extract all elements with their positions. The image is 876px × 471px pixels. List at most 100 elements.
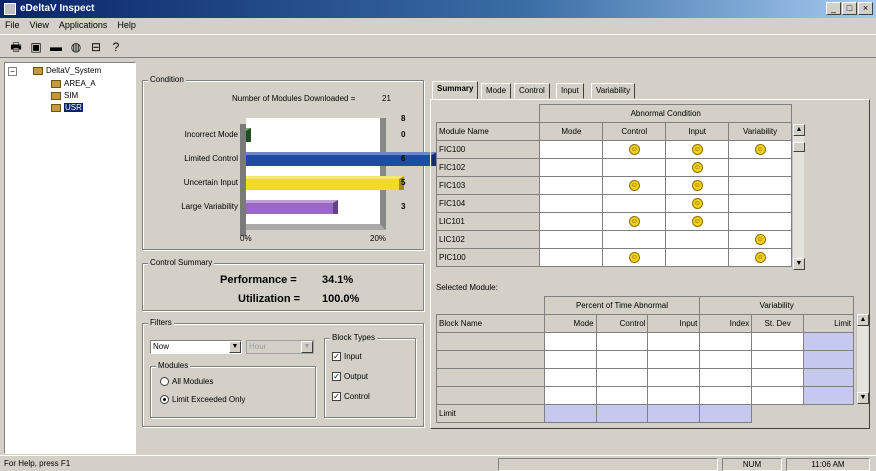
scroll-thumb[interactable] bbox=[793, 142, 805, 152]
block-cell[interactable] bbox=[803, 332, 854, 351]
limit-cell[interactable] bbox=[647, 404, 701, 423]
table-row[interactable]: FIC100 ☺ ☺ ☺ bbox=[435, 140, 792, 159]
block-cell[interactable] bbox=[647, 332, 701, 351]
table-row[interactable] bbox=[436, 368, 854, 387]
variability-cell[interactable] bbox=[728, 158, 792, 177]
table-row[interactable]: FIC102 ☺ bbox=[435, 158, 792, 177]
variability-cell[interactable] bbox=[728, 176, 792, 195]
tree-node-area-a[interactable]: AREA_A bbox=[51, 79, 96, 88]
lock-icon[interactable]: ⊟ bbox=[88, 39, 104, 55]
variability-cell[interactable]: ☺ bbox=[728, 140, 792, 159]
input-cell[interactable]: ☺ bbox=[665, 212, 730, 231]
scroll-down-icon[interactable]: ▼ bbox=[857, 392, 869, 404]
block-cell[interactable] bbox=[595, 350, 649, 369]
block-cell[interactable] bbox=[751, 350, 805, 369]
tab-mode[interactable]: Mode bbox=[481, 83, 512, 99]
tab-input[interactable]: Input bbox=[556, 83, 584, 99]
all-modules-radio[interactable]: All Modules bbox=[160, 377, 213, 387]
table-row[interactable]: PIC100 ☺ ☺ bbox=[435, 248, 792, 267]
mode-cell[interactable] bbox=[539, 194, 604, 213]
input-cell[interactable] bbox=[665, 248, 730, 267]
module-name-cell[interactable]: LIC102 bbox=[435, 230, 541, 249]
block-cell[interactable] bbox=[803, 350, 854, 369]
scroll-up-icon[interactable]: ▲ bbox=[857, 314, 869, 326]
variability-cell[interactable]: ☺ bbox=[728, 230, 792, 249]
palette-icon[interactable]: ◍ bbox=[68, 39, 84, 55]
table-row[interactable] bbox=[436, 332, 854, 351]
module-name-cell[interactable]: FIC102 bbox=[435, 158, 541, 177]
block-cell[interactable] bbox=[751, 386, 805, 405]
block-cell[interactable] bbox=[699, 368, 753, 387]
control-cell[interactable] bbox=[602, 194, 667, 213]
block-cell[interactable] bbox=[699, 332, 753, 351]
block-cell[interactable] bbox=[647, 368, 701, 387]
control-cell[interactable]: ☺ bbox=[602, 140, 667, 159]
block-cell[interactable] bbox=[595, 332, 649, 351]
menu-view[interactable]: View bbox=[25, 18, 54, 32]
mode-cell[interactable] bbox=[539, 158, 604, 177]
block-cell[interactable] bbox=[803, 368, 854, 387]
block-cell[interactable] bbox=[595, 386, 649, 405]
block-cell[interactable] bbox=[647, 386, 701, 405]
block-cell[interactable] bbox=[436, 386, 545, 405]
mode-cell[interactable] bbox=[539, 176, 604, 195]
table-row[interactable] bbox=[436, 350, 854, 369]
dropdown-arrow-icon[interactable]: ▼ bbox=[301, 341, 313, 353]
block-cell[interactable] bbox=[543, 332, 597, 351]
tree-view[interactable]: − DeltaV_System AREA_A SIM USR bbox=[4, 62, 136, 454]
input-checkbox[interactable]: ✓ Input bbox=[332, 352, 362, 362]
limit-exceeded-radio[interactable]: Limit Exceeded Only bbox=[160, 395, 245, 405]
maximize-button[interactable]: □ bbox=[842, 2, 857, 15]
module-name-cell[interactable]: FIC104 bbox=[435, 194, 541, 213]
menu-file[interactable]: File bbox=[0, 18, 25, 32]
card-icon[interactable]: ▬ bbox=[48, 39, 64, 55]
table-row[interactable] bbox=[436, 386, 854, 405]
input-cell[interactable]: ☺ bbox=[665, 194, 730, 213]
table-row[interactable]: LIC102 ☺ bbox=[435, 230, 792, 249]
input-cell[interactable]: ☺ bbox=[665, 140, 730, 159]
close-button[interactable]: × bbox=[858, 2, 873, 15]
printer-icon[interactable]: 🖶 bbox=[8, 39, 24, 55]
block-cell[interactable] bbox=[543, 386, 597, 405]
block-cell[interactable] bbox=[436, 332, 545, 351]
dropdown-arrow-icon[interactable]: ▼ bbox=[229, 341, 241, 353]
hour-filter-select[interactable]: Hour ▼ bbox=[246, 340, 314, 354]
limit-cell[interactable] bbox=[699, 404, 753, 423]
variability-cell[interactable] bbox=[728, 194, 792, 213]
tree-node-sim[interactable]: SIM bbox=[51, 91, 78, 100]
selected-module-scrollbar[interactable]: ▲ ▼ bbox=[856, 314, 869, 404]
save-icon[interactable]: ▣ bbox=[28, 39, 44, 55]
block-cell[interactable] bbox=[751, 368, 805, 387]
limit-cell[interactable] bbox=[543, 404, 597, 423]
mode-cell[interactable] bbox=[539, 230, 604, 249]
block-cell[interactable] bbox=[751, 332, 805, 351]
block-cell[interactable] bbox=[436, 368, 545, 387]
menu-applications[interactable]: Applications bbox=[54, 18, 113, 32]
minimize-button[interactable]: _ bbox=[826, 2, 841, 15]
mode-cell[interactable] bbox=[539, 212, 604, 231]
output-checkbox[interactable]: ✓ Output bbox=[332, 372, 368, 382]
tab-variability[interactable]: Variability bbox=[591, 83, 636, 99]
module-name-cell[interactable]: LIC101 bbox=[435, 212, 541, 231]
limit-cell[interactable] bbox=[595, 404, 649, 423]
table-row[interactable]: FIC104 ☺ bbox=[435, 194, 792, 213]
tree-expander[interactable]: − bbox=[8, 67, 17, 76]
mode-cell[interactable] bbox=[539, 248, 604, 267]
mode-cell[interactable] bbox=[539, 140, 604, 159]
input-cell[interactable] bbox=[665, 230, 730, 249]
control-cell[interactable] bbox=[602, 158, 667, 177]
input-cell[interactable]: ☺ bbox=[665, 158, 730, 177]
block-cell[interactable] bbox=[699, 386, 753, 405]
scroll-up-icon[interactable]: ▲ bbox=[793, 124, 805, 136]
table-row[interactable]: FIC103 ☺ ☺ bbox=[435, 176, 792, 195]
variability-cell[interactable] bbox=[728, 212, 792, 231]
scroll-down-icon[interactable]: ▼ bbox=[793, 258, 805, 270]
module-name-cell[interactable]: PIC100 bbox=[435, 248, 541, 267]
variability-cell[interactable]: ☺ bbox=[728, 248, 792, 267]
table-row[interactable]: LIC101 ☺ ☺ bbox=[435, 212, 792, 231]
block-cell[interactable] bbox=[436, 350, 545, 369]
block-cell[interactable] bbox=[647, 350, 701, 369]
help-icon[interactable]: ? bbox=[108, 39, 124, 55]
abnormal-scrollbar[interactable]: ▲ ▼ bbox=[792, 124, 805, 270]
block-cell[interactable] bbox=[543, 350, 597, 369]
